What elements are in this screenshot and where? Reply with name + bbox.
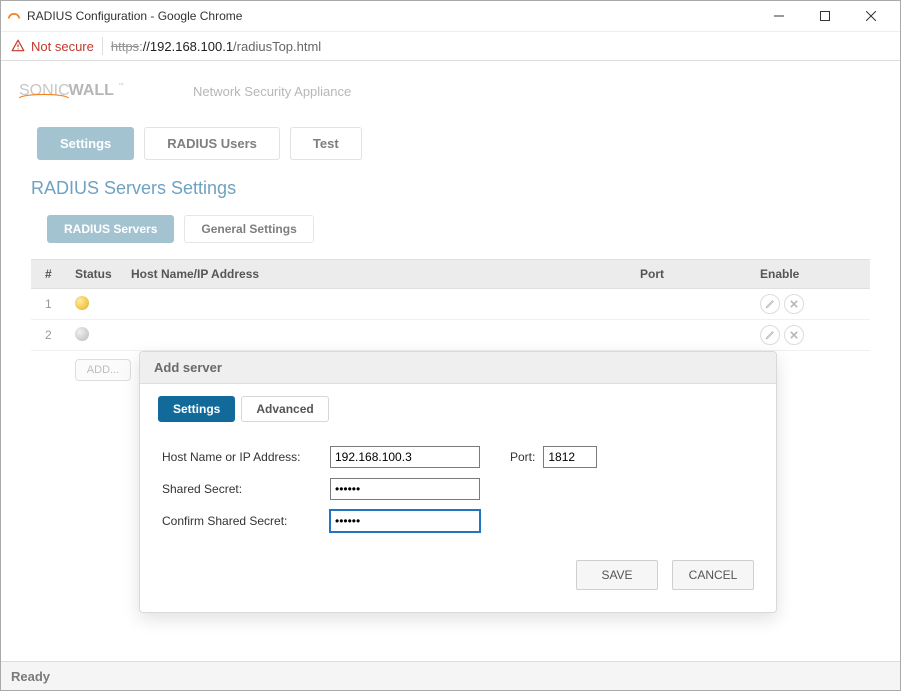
- cancel-button[interactable]: CANCEL: [672, 560, 754, 590]
- subtab-radius-servers[interactable]: RADIUS Servers: [47, 215, 174, 243]
- divider: [102, 37, 103, 55]
- window-maximize-button[interactable]: [802, 1, 848, 31]
- favicon-icon: [7, 9, 21, 23]
- table-row: 2: [31, 320, 870, 351]
- add-server-dialog: Add server Settings Advanced Host Name o…: [139, 351, 777, 613]
- port-label: Port:: [510, 450, 535, 464]
- not-secure-indicator[interactable]: Not secure: [11, 39, 94, 54]
- url-proto: https: [111, 39, 139, 54]
- dialog-tab-settings[interactable]: Settings: [158, 396, 235, 422]
- col-num-header: #: [31, 267, 75, 281]
- svg-text:™: ™: [118, 82, 124, 88]
- x-icon: [790, 300, 798, 308]
- url-display[interactable]: https://192.168.100.1/radiusTop.html: [111, 39, 321, 54]
- brand-logo: SONIC WALL ™: [19, 77, 179, 106]
- sub-tabs: RADIUS Servers General Settings: [1, 205, 900, 253]
- warning-icon: [11, 39, 25, 53]
- window-title: RADIUS Configuration - Google Chrome: [27, 9, 756, 23]
- confirm-secret-input[interactable]: [330, 510, 480, 532]
- status-active-icon: [75, 296, 89, 310]
- col-status-header: Status: [75, 267, 131, 281]
- subtab-general-settings[interactable]: General Settings: [184, 215, 313, 243]
- host-input[interactable]: [330, 446, 480, 468]
- status-text: Ready: [11, 669, 50, 684]
- window-close-button[interactable]: [848, 1, 894, 31]
- col-port-header: Port: [640, 267, 760, 281]
- svg-text:WALL: WALL: [69, 81, 115, 98]
- edit-row-button[interactable]: [760, 325, 780, 345]
- url-path: /radiusTop.html: [233, 39, 321, 54]
- dialog-title: Add server: [140, 352, 776, 384]
- main-tabs: Settings RADIUS Users Test: [1, 111, 900, 170]
- window-titlebar: RADIUS Configuration - Google Chrome: [1, 1, 900, 32]
- table-row: 1: [31, 289, 870, 320]
- port-input[interactable]: [543, 446, 597, 468]
- delete-row-button[interactable]: [784, 325, 804, 345]
- dialog-tabs: Settings Advanced: [140, 384, 776, 428]
- brand-header: SONIC WALL ™ Network Security Appliance: [1, 61, 900, 111]
- x-icon: [790, 331, 798, 339]
- not-secure-label: Not secure: [31, 39, 94, 54]
- save-button[interactable]: SAVE: [576, 560, 658, 590]
- col-enable-header: Enable: [760, 267, 870, 281]
- pencil-icon: [765, 330, 775, 340]
- host-label: Host Name or IP Address:: [162, 450, 322, 464]
- col-host-header: Host Name/IP Address: [131, 267, 640, 281]
- browser-address-bar: Not secure https://192.168.100.1/radiusT…: [1, 32, 900, 61]
- shared-secret-input[interactable]: [330, 478, 480, 500]
- brand-subtitle: Network Security Appliance: [193, 84, 351, 99]
- add-server-button[interactable]: ADD...: [75, 359, 131, 381]
- tab-radius-users[interactable]: RADIUS Users: [144, 127, 280, 160]
- pencil-icon: [765, 299, 775, 309]
- edit-row-button[interactable]: [760, 294, 780, 314]
- tab-test[interactable]: Test: [290, 127, 362, 160]
- url-host: //192.168.100.1: [143, 39, 233, 54]
- status-inactive-icon: [75, 327, 89, 341]
- confirm-secret-label: Confirm Shared Secret:: [162, 514, 322, 528]
- delete-row-button[interactable]: [784, 294, 804, 314]
- dialog-tab-advanced[interactable]: Advanced: [241, 396, 328, 422]
- row-number: 2: [31, 328, 75, 342]
- tab-settings[interactable]: Settings: [37, 127, 134, 160]
- table-header: # Status Host Name/IP Address Port Enabl…: [31, 259, 870, 289]
- shared-secret-label: Shared Secret:: [162, 482, 322, 496]
- window-minimize-button[interactable]: [756, 1, 802, 31]
- svg-text:SONIC: SONIC: [19, 81, 70, 98]
- status-bar: Ready: [1, 661, 900, 690]
- row-number: 1: [31, 297, 75, 311]
- section-title: RADIUS Servers Settings: [1, 170, 900, 205]
